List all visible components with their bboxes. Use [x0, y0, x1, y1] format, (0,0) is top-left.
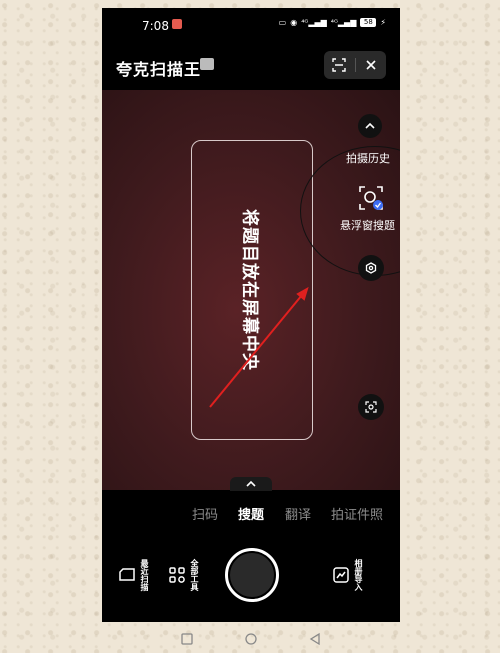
system-nav-bar [0, 624, 500, 653]
grid-icon [169, 567, 185, 583]
close-button[interactable] [356, 51, 387, 79]
status-bar: 7:08 ▭ ◉ ⁴ᴳ▂▄▆ ⁴ᴳ▂▄▆ 58 ⚡ [102, 8, 400, 40]
signal-icon: ⁴ᴳ▂▄▆ [301, 18, 327, 27]
status-time: 7:08 [142, 19, 169, 33]
camera-viewfinder[interactable]: 将题目放在屏幕中央 拍摄历史 悬浮窗搜题 [102, 90, 400, 490]
home-icon[interactable] [244, 632, 258, 646]
tab-id-photo[interactable]: 拍证件照 [331, 504, 383, 523]
history-label[interactable]: 拍摄历史 [346, 150, 390, 166]
recent-scans-button[interactable]: 最近扫描 [118, 550, 150, 600]
settings-button[interactable] [358, 255, 384, 281]
tab-translate[interactable]: 翻译 [285, 504, 311, 523]
header-actions [324, 51, 386, 79]
camera-badge-icon [200, 58, 214, 70]
cast-icon: ▭ [278, 18, 287, 27]
focus-button[interactable] [358, 394, 384, 420]
close-icon [366, 60, 376, 70]
shutter-inner [230, 553, 274, 597]
back-icon[interactable] [308, 632, 322, 646]
shutter-button[interactable] [225, 548, 279, 602]
float-search-icon[interactable] [358, 185, 384, 211]
album-import-label: 相册导入 [354, 559, 363, 591]
bottom-controls: 最近扫描 全部工具 相册导入 [102, 536, 400, 622]
network-label: ⁴ᴳ [301, 18, 309, 27]
network-label-2: ⁴ᴳ [330, 18, 338, 27]
hexagon-settings-icon [365, 262, 377, 274]
scan-frame-icon [332, 58, 346, 72]
status-icons: ▭ ◉ ⁴ᴳ▂▄▆ ⁴ᴳ▂▄▆ 58 ⚡ [279, 18, 386, 27]
mode-tabs: 扫码 搜题 翻译 拍证件照 [102, 501, 400, 525]
tab-search-question[interactable]: 搜题 [238, 504, 264, 523]
expand-handle[interactable] [230, 477, 272, 491]
camera-icon: ◉ [290, 18, 298, 27]
gallery-icon [333, 567, 349, 583]
all-tools-button[interactable]: 全部工具 [168, 550, 200, 600]
phone-screen: 7:08 ▭ ◉ ⁴ᴳ▂▄▆ ⁴ᴳ▂▄▆ 58 ⚡ 夸克扫描王 将题目放在屏幕中… [102, 8, 400, 622]
float-search-label[interactable]: 悬浮窗搜题 [340, 217, 395, 233]
recents-icon[interactable] [180, 632, 194, 646]
app-title: 夸克扫描王 [116, 60, 202, 79]
tab-scan-code[interactable]: 扫码 [192, 504, 218, 523]
recent-scans-label: 最近扫描 [140, 559, 149, 591]
app-header: 夸克扫描王 [102, 48, 400, 84]
chevron-up-icon [365, 122, 375, 129]
charging-icon: ⚡ [380, 18, 386, 27]
focus-scan-icon [365, 401, 377, 413]
scan-frame-button[interactable] [324, 51, 355, 79]
album-import-button[interactable]: 相册导入 [332, 550, 364, 600]
document-icon [119, 568, 135, 581]
chevron-up-icon [246, 480, 256, 487]
notification-icon [172, 19, 182, 29]
battery-icon: 58 [360, 18, 377, 27]
all-tools-label: 全部工具 [190, 559, 199, 591]
collapse-button[interactable] [358, 114, 382, 138]
signal-icon-2: ⁴ᴳ▂▄▆ [330, 18, 357, 27]
